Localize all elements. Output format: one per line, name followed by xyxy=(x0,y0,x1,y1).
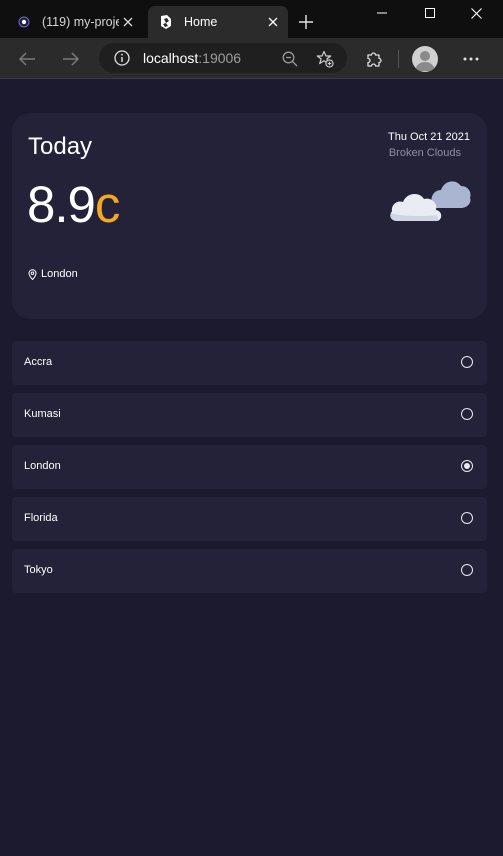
temperature-value: 8.9 xyxy=(27,176,96,233)
minimize-icon xyxy=(377,12,387,14)
city-option-kumasi[interactable]: Kumasi xyxy=(12,393,487,437)
more-menu-button[interactable] xyxy=(458,46,484,72)
tab-title: Home xyxy=(184,15,218,29)
broken-clouds-icon xyxy=(388,173,472,227)
city-name: Kumasi xyxy=(24,408,61,420)
user-icon xyxy=(415,51,435,71)
city-name: Tokyo xyxy=(24,564,53,576)
favorite-star-icon[interactable] xyxy=(316,50,334,68)
city-option-london[interactable]: London xyxy=(12,445,487,489)
weather-date: Thu Oct 21 2021 xyxy=(388,131,470,143)
url-host: localhost xyxy=(143,50,199,66)
new-tab-button[interactable] xyxy=(296,12,316,32)
city-name: Florida xyxy=(24,512,58,524)
zoom-out-icon[interactable] xyxy=(281,50,299,68)
location-name: London xyxy=(41,268,78,280)
plus-icon xyxy=(299,15,313,29)
weather-card: Today 8.9c Thu Oct 21 2021 Broken Clouds… xyxy=(12,113,487,319)
profile-avatar[interactable] xyxy=(412,46,438,72)
city-radio[interactable] xyxy=(461,460,473,472)
ellipsis-icon xyxy=(463,57,479,61)
info-icon[interactable] xyxy=(113,49,131,67)
close-tab-icon[interactable] xyxy=(264,13,282,31)
tab-title: (119) my-proje xyxy=(42,15,119,29)
extensions-button[interactable] xyxy=(361,46,387,72)
maximize-icon xyxy=(425,8,435,18)
close-tab-icon[interactable] xyxy=(119,13,137,31)
toolbar-divider xyxy=(398,50,399,68)
location-pin-icon xyxy=(28,268,38,280)
url-text: localhost:19006 xyxy=(143,50,241,66)
temperature-display: 8.9c xyxy=(27,175,120,235)
back-button[interactable] xyxy=(14,46,40,72)
forward-button[interactable] xyxy=(58,46,84,72)
dot-favicon-icon xyxy=(16,14,32,30)
city-option-florida[interactable]: Florida xyxy=(12,497,487,541)
city-radio[interactable] xyxy=(461,408,473,420)
city-radio[interactable] xyxy=(461,564,473,576)
tab-home[interactable]: Home xyxy=(148,6,288,38)
maximize-button[interactable] xyxy=(411,0,449,26)
app-favicon-icon xyxy=(158,14,174,30)
today-heading: Today xyxy=(28,133,93,160)
close-window-button[interactable] xyxy=(457,0,495,26)
puzzle-icon xyxy=(367,52,382,67)
url-port: :19006 xyxy=(198,50,242,66)
city-name: London xyxy=(24,460,61,472)
minimize-button[interactable] xyxy=(363,0,401,26)
address-bar[interactable]: localhost:19006 xyxy=(99,43,347,73)
tab-my-project[interactable]: (119) my-proje xyxy=(10,6,143,38)
city-name: Accra xyxy=(24,356,53,368)
city-option-tokyo[interactable]: Tokyo xyxy=(12,549,487,593)
arrow-left-icon xyxy=(18,52,35,66)
close-icon xyxy=(470,7,482,19)
city-radio[interactable] xyxy=(461,512,473,524)
city-radio[interactable] xyxy=(461,356,473,368)
temperature-unit: c xyxy=(94,176,120,233)
location-label: London xyxy=(28,268,78,280)
browser-titlebar: (119) my-proje Home xyxy=(0,0,503,38)
browser-toolbar: localhost:19006 xyxy=(0,38,503,79)
arrow-right-icon xyxy=(63,52,80,66)
weather-condition: Broken Clouds xyxy=(388,147,461,159)
city-option-accra[interactable]: Accra xyxy=(12,341,487,385)
